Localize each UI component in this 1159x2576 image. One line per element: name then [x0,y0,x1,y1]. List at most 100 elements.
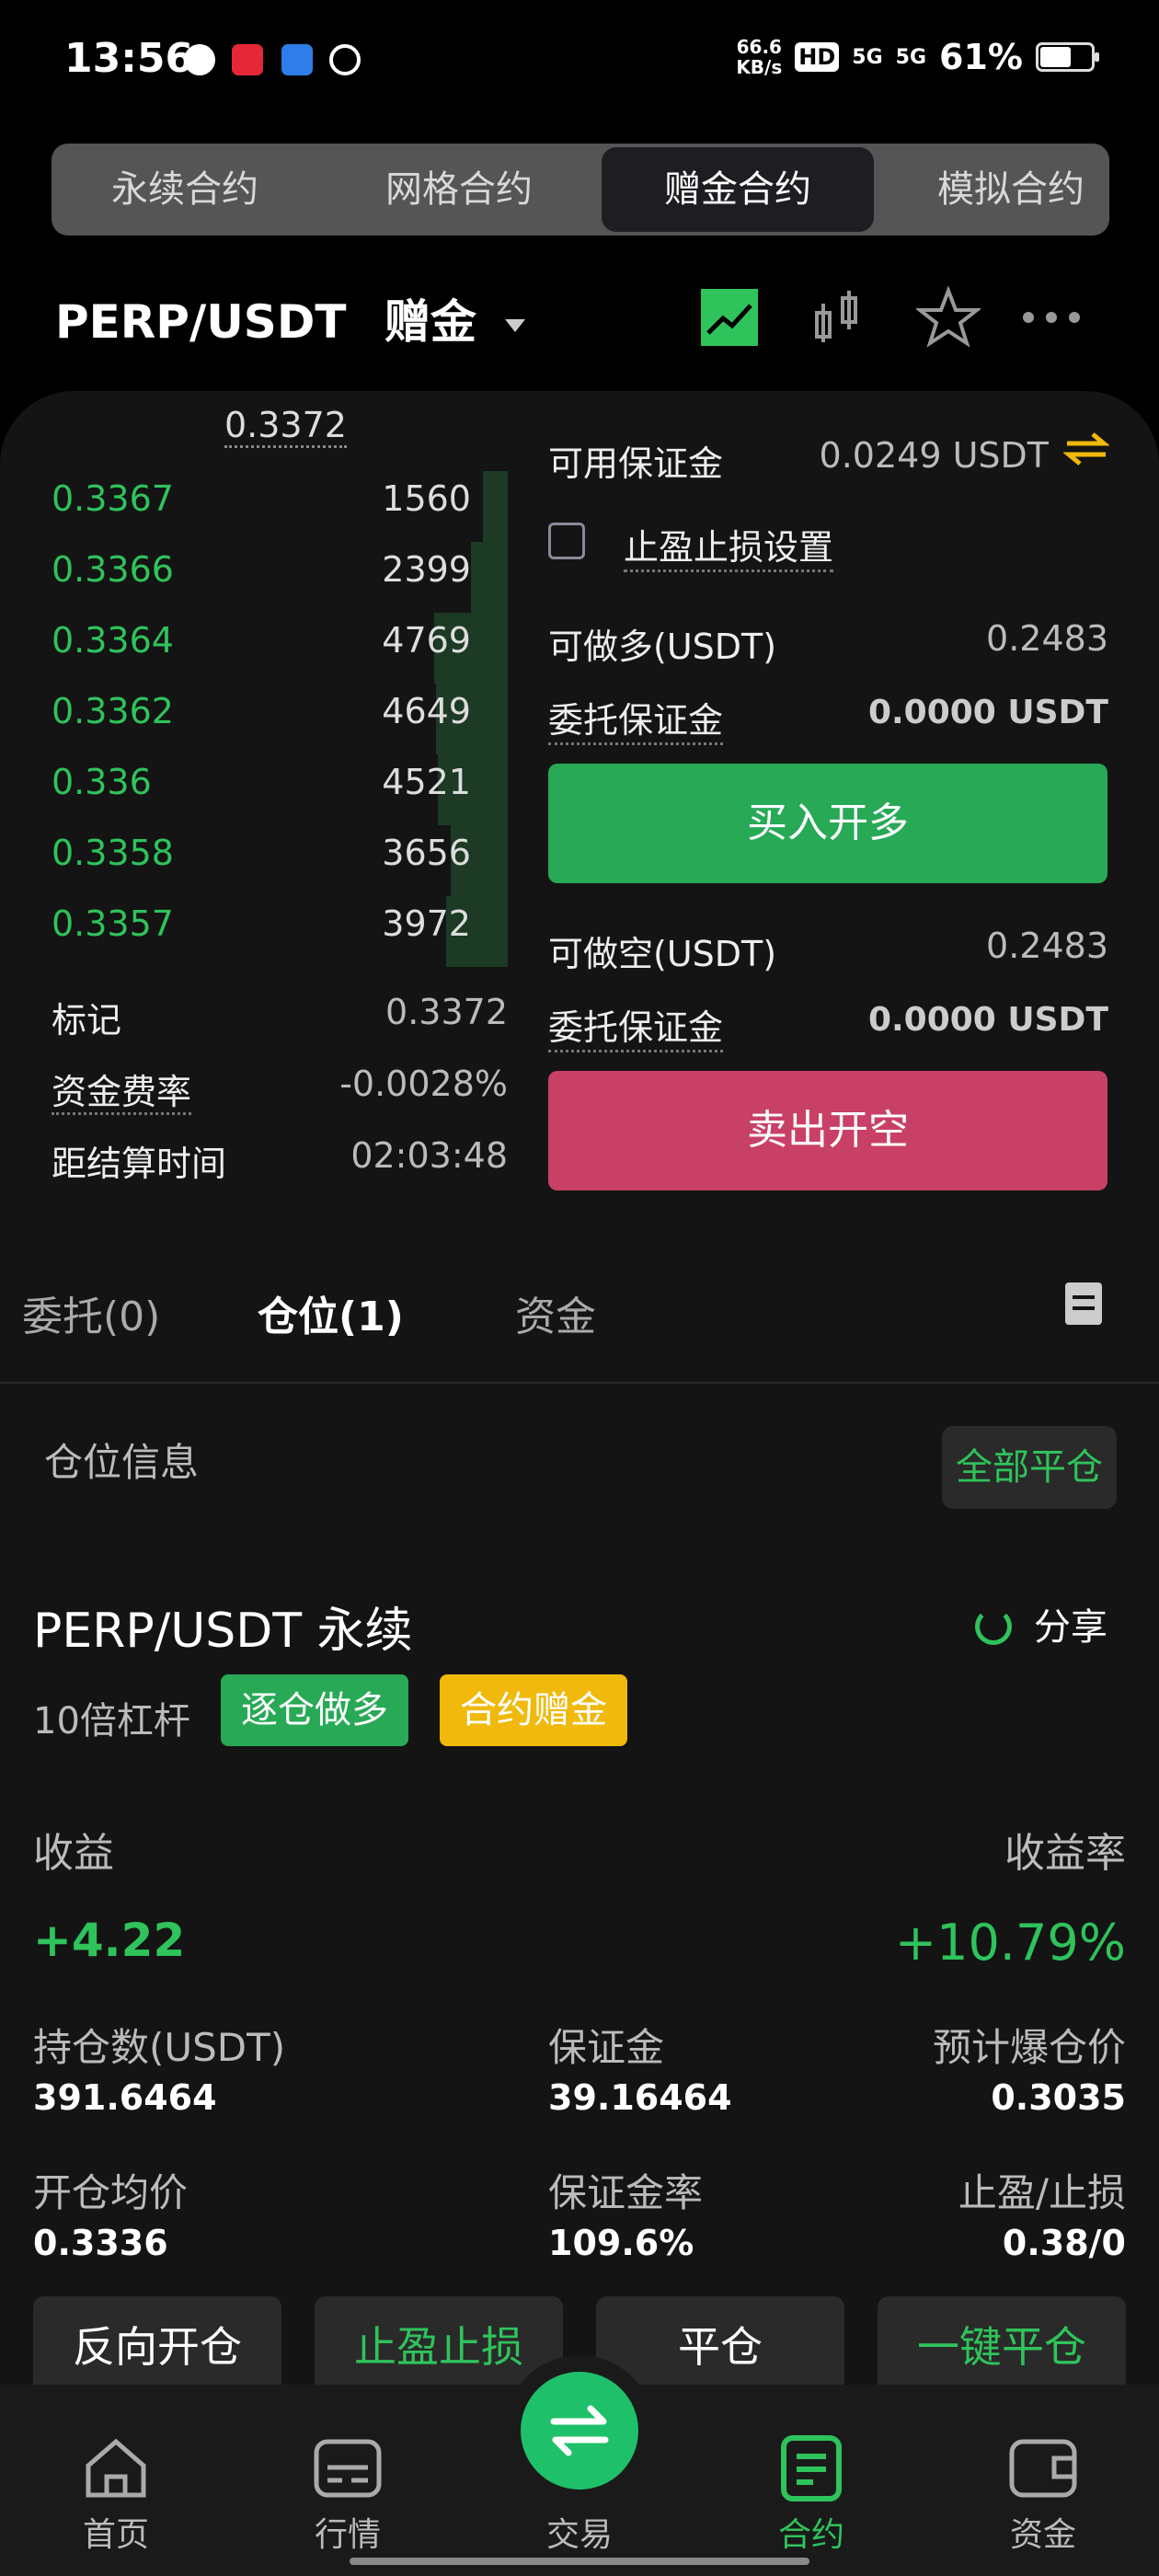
settlement-row: 距结算时间 02:03:48 [52,1135,508,1186]
tab-grid[interactable]: 网格合约 [326,144,592,236]
funding-rate-row: 资金费率 -0.0028% [52,1064,508,1115]
depth-bar [483,471,508,542]
market-icon [314,2439,382,2498]
nav-contract-label: 合约 [777,2516,844,2554]
tab-simulation[interactable]: 模拟合约 [878,144,1109,236]
chart-icon[interactable] [697,285,762,350]
size-label: 持仓数(USDT) [33,2025,286,2070]
position-title: PERP/USDT 永续 [33,1604,413,1659]
last-price[interactable]: 0.3372 [224,405,347,448]
share-button[interactable]: 分享 [975,1597,1107,1650]
trade-fab-button[interactable] [521,2372,638,2490]
nav-home-label: 首页 [82,2516,149,2554]
funding-label[interactable]: 资金费率 [52,1072,192,1115]
status-bar: 13:56 66.6 KB/s HD 5G 5G 61% [0,0,1159,120]
funding-value: -0.0028% [339,1064,508,1104]
nav-trade-label: 交易 [545,2516,613,2554]
entry-price-label: 开仓均价 [33,2170,189,2215]
home-icon [86,2438,146,2498]
orderbook-row[interactable]: 0.3357 3972 [52,903,471,959]
orderbook-row[interactable]: 0.336 4521 [52,762,471,817]
candlestick-icon[interactable] [806,285,870,350]
home-indicator [350,2558,809,2565]
one-click-close-button[interactable]: 一键平仓 [878,2296,1126,2398]
order-margin-value: 0.0000 USDT [867,694,1108,731]
star-icon[interactable] [916,285,981,350]
nav-assets-label: 资金 [1009,2516,1076,2554]
status-right: 66.6 KB/s HD 5G 5G 61% [736,36,1099,78]
settle-label: 距结算时间 [52,1144,227,1184]
orderbook-row[interactable]: 0.3366 2399 [52,549,471,604]
liq-price-label: 预计爆仓价 [932,2025,1126,2070]
buy-long-button[interactable]: 买入开多 [548,764,1107,883]
orderbook-qty: 3656 [382,833,471,873]
orderbook-row[interactable]: 0.3364 4769 [52,620,471,675]
order-margin-value-2: 0.0000 USDT [867,1001,1108,1039]
status-time: 13:56 [64,35,194,82]
size-value: 391.6464 [33,2077,217,2118]
sell-short-button[interactable]: 卖出开空 [548,1071,1107,1190]
orderbook-qty: 3972 [382,903,471,944]
margin-ratio-label: 保证金率 [548,2170,704,2215]
roe-value: +10.79% [894,1914,1126,1972]
divider [0,1382,1159,1384]
tab-funds[interactable]: 资金 [515,1283,596,1342]
orderbook-row[interactable]: 0.3358 3656 [52,833,471,888]
pnl-label: 收益 [33,1830,114,1877]
tab-orders[interactable]: 委托(0) [22,1283,160,1342]
order-margin-label[interactable]: 委托保证金 [548,692,724,745]
avail-margin-label: 可用保证金 [548,443,724,484]
signal-icon-1: 5G [852,45,883,69]
margin-value: 39.16464 [548,2077,732,2118]
orderbook-qty: 4521 [382,762,471,802]
side-badge: 逐仓做多 [221,1674,408,1746]
net-speed: 66.6 KB/s [736,36,783,78]
orderbook-row[interactable]: 0.3362 4649 [52,691,471,746]
mark-price-row: 标记 0.3372 [52,992,508,1042]
tab-positions[interactable]: 仓位(1) [258,1283,404,1342]
battery-icon [1036,42,1099,72]
more-icon[interactable] [1019,285,1084,350]
margin-label: 保证金 [548,2025,665,2070]
bonus-badge: 合约赠金 [440,1674,627,1746]
settle-value: 02:03:48 [350,1135,508,1176]
swap-icon [550,2405,609,2456]
pair-bonus-label: 赠金 [384,295,476,349]
sync-icon [329,44,361,75]
orderbook-qty: 4769 [382,620,471,661]
long-available-value: 0.2483 [986,618,1108,659]
reverse-open-button[interactable]: 反向开仓 [33,2296,281,2398]
pair-name: PERP/USDT [55,295,347,349]
tab-bonus[interactable]: 赠金合约 [602,147,874,232]
pair-selector[interactable]: PERP/USDT 赠金 [55,285,526,351]
contract-type-tabs: 永续合约 网格合约 赠金合约 模拟合约 [52,144,1109,236]
tpsl-label[interactable]: 止盈止损设置 [624,519,834,572]
chevron-down-icon [505,318,526,332]
entry-price-value: 0.3336 [33,2223,168,2263]
chat-icon [184,44,215,75]
orderbook-price: 0.3366 [52,549,174,590]
hd-icon: HD [795,42,840,72]
depth-bar [471,542,508,613]
short-available-value: 0.2483 [986,926,1108,966]
orderbook-price: 0.3364 [52,620,174,661]
liq-price-value: 0.3035 [991,2077,1126,2118]
battery-percent: 61% [939,37,1023,77]
orderbook-row[interactable]: 0.3367 1560 [52,478,471,534]
mark-value: 0.3372 [385,992,508,1032]
orderbook-qty: 1560 [382,478,471,519]
close-all-button[interactable]: 全部平仓 [942,1426,1117,1509]
roe-label: 收益率 [1004,1830,1126,1877]
transfer-icon[interactable] [1063,431,1109,467]
tab-perpetual[interactable]: 永续合约 [52,144,318,236]
order-margin-label-2[interactable]: 委托保证金 [548,999,724,1052]
short-available-label: 可做空(USDT) [548,934,777,974]
signal-icon-2: 5G [895,45,927,69]
nav-market-label: 行情 [314,2516,381,2554]
document-icon[interactable] [1063,1281,1104,1327]
tpsl-position-value: 0.38/0 [1002,2223,1126,2263]
orderbook-qty: 4649 [382,691,471,731]
orderbook-price: 0.3357 [52,903,174,944]
margin-ratio-value: 109.6% [548,2223,694,2263]
tpsl-checkbox[interactable] [548,523,585,559]
